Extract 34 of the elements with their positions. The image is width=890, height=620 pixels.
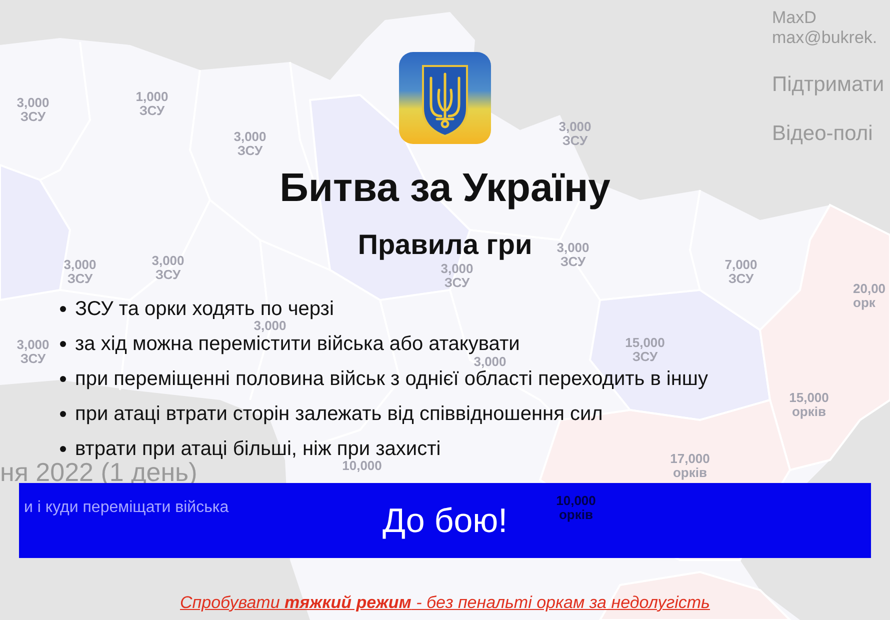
user-name: MaxD: [772, 8, 816, 28]
troop-label: 3,000 ЗСУ: [64, 258, 96, 286]
troop-label: 15,000 орків: [789, 391, 829, 419]
troop-label: 3,000 ЗСУ: [16, 96, 50, 124]
nav-link[interactable]: Підтримати: [772, 73, 884, 97]
troop-label: 20,00 орк: [853, 282, 886, 310]
hard-mode-link[interactable]: Спробувати тяжкий режим - без пенальті оркам за недолугість: [180, 593, 710, 613]
troop-label: 3,000 ЗСУ: [16, 338, 50, 366]
troop-label: 15,000 ЗСУ: [625, 336, 665, 364]
troop-label: 3,000 ЗСУ: [234, 130, 266, 158]
user-email: max@bukrek.: [772, 28, 878, 48]
game-title: Битва за Україну: [280, 168, 610, 208]
troop-label: 1,000 ЗСУ: [136, 90, 168, 118]
troop-label: 10,000: [342, 459, 382, 473]
troop-label: 3,000 ЗСУ: [558, 120, 592, 148]
troop-label: 3,000: [474, 355, 506, 369]
nav-link[interactable]: Відео-полі: [772, 122, 873, 146]
rule-text: втрати при атаці більші, ніж при захисті: [75, 440, 441, 458]
rule-text: ЗСУ та орки ходять по черзі: [75, 300, 334, 318]
rule-text: при переміщенні половина військ з однієї області переходить в іншу: [75, 370, 708, 388]
rule-text: при атаці втрати сторін залежать від співвідношення сил: [75, 404, 603, 422]
troop-label: 3,000 ЗСУ: [440, 262, 474, 290]
troop-label: 3,000 ЗСУ: [556, 241, 590, 269]
rule-text: за хід можна перемістити війська або атакувати: [75, 334, 520, 352]
troop-label: 3,000: [254, 319, 286, 333]
troop-label: 3,000 ЗСУ: [152, 254, 184, 282]
troop-label: 10,000 орків: [556, 494, 596, 522]
game-hint: и і куди переміщати війська: [24, 498, 229, 518]
troop-label: 17,000 орків: [670, 452, 710, 480]
rules-heading: Правила гри: [358, 231, 532, 259]
bullet-icon: [60, 446, 66, 452]
trident-shield-icon: [399, 52, 491, 144]
bullet-icon: [60, 410, 66, 416]
troop-label: 7,000 ЗСУ: [724, 258, 758, 286]
